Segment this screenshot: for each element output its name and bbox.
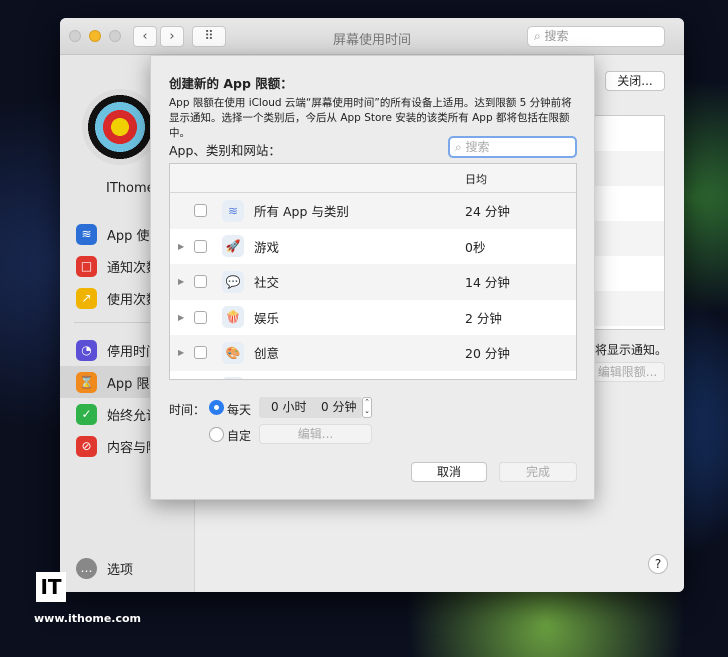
options-label: 选项 — [107, 562, 134, 578]
pickup-icon: ↗ — [76, 287, 97, 309]
row-checkbox[interactable] — [194, 275, 207, 289]
watermark-url: www.ithome.com — [34, 612, 142, 625]
check-icon: ✓ — [76, 403, 97, 425]
row-name: 娱乐 — [254, 310, 280, 326]
disclosure-triangle-icon[interactable]: ▶ — [178, 277, 184, 286]
edit-limit-button[interactable]: 编辑限额... — [590, 362, 665, 382]
table-row[interactable]: ▶✎效率24 分钟 — [170, 371, 576, 380]
ellipsis-icon: … — [76, 557, 97, 579]
apps-table: 日均 ≋ 所有 App 与类别 24 分钟 ▶ 🚀 游戏 0秒 ▶ 💬 社交 14 分钟 ▶ 🍿 娱乐 2 … — [169, 163, 577, 380]
table-row[interactable]: ≋ 所有 App 与类别 24 分钟 — [170, 193, 576, 229]
time-label: 时间： — [169, 403, 206, 417]
notification-icon: □ — [76, 255, 97, 277]
row-checkbox[interactable] — [194, 310, 207, 324]
cancel-button[interactable]: 取消 — [411, 462, 487, 482]
row-daily-average: 20 分钟 — [465, 346, 510, 362]
row-daily-average: 2 分钟 — [465, 310, 502, 326]
time-stepper[interactable]: ⌃ ⌄ — [362, 397, 372, 418]
done-button[interactable]: 完成 — [499, 462, 577, 482]
row-name: 创意 — [254, 346, 280, 362]
search-icon: ⌕ — [534, 29, 545, 43]
daily-label: 每天 — [227, 403, 252, 417]
minutes-value[interactable]: 0 分钟 — [321, 397, 356, 418]
table-header: 日均 — [170, 164, 576, 193]
row-name: 社交 — [254, 275, 280, 291]
search-icon: ⌕ — [455, 140, 466, 154]
custom-radio[interactable] — [209, 427, 224, 442]
title-bar: ‹ › ⠿ 屏幕使用时间 ⌕ 搜索 — [60, 18, 684, 55]
table-row[interactable]: ▶ 🚀 游戏 0秒 — [170, 229, 576, 265]
disclosure-triangle-icon[interactable]: ▶ — [178, 313, 184, 322]
row-name: 所有 App 与类别 — [254, 204, 349, 220]
notice-text: 将显示通知。 — [595, 343, 668, 357]
category-icon: 🎨 — [222, 341, 244, 364]
sheet-title: 创建新的 App 限额： — [169, 76, 293, 91]
custom-label: 自定 — [227, 429, 252, 443]
create-app-limit-sheet: 创建新的 App 限额： App 限额在使用 iCloud 云端“屏幕使用时间”… — [150, 55, 595, 500]
window-search-input[interactable]: ⌕ 搜索 — [527, 26, 665, 47]
row-checkbox[interactable] — [194, 204, 207, 218]
table-row[interactable]: ▶ 🍿 娱乐 2 分钟 — [170, 300, 576, 336]
daily-radio[interactable] — [209, 400, 224, 415]
row-daily-average: 24 分钟 — [465, 379, 510, 380]
table-row[interactable]: ▶ 🎨 创意 20 分钟 — [170, 335, 576, 371]
ithome-logo: IT — [36, 572, 66, 602]
list-label: App、类别和网站： — [169, 143, 281, 158]
row-checkbox[interactable] — [194, 346, 207, 360]
row-name: 游戏 — [254, 239, 280, 255]
edit-custom-button[interactable]: 编辑... — [259, 424, 372, 444]
row-daily-average: 24 分钟 — [465, 204, 510, 220]
category-icon: 🚀 — [222, 235, 244, 258]
hours-value[interactable]: 0 小时 — [271, 397, 306, 418]
user-name: IThome — [106, 181, 155, 196]
close-panel-button[interactable]: 关闭... — [605, 71, 665, 91]
options-button[interactable]: … 选项 — [60, 552, 195, 584]
column-header-daily-average[interactable]: 日均 — [465, 171, 487, 187]
row-name: 效率 — [254, 379, 279, 380]
category-icon: 🍿 — [222, 306, 244, 329]
downtime-icon: ◔ — [76, 339, 97, 361]
sheet-search-input[interactable]: ⌕ 搜索 — [448, 136, 577, 158]
table-row[interactable]: ▶ 💬 社交 14 分钟 — [170, 264, 576, 300]
search-placeholder: 搜索 — [544, 29, 569, 43]
category-icon: ≋ — [222, 199, 244, 222]
category-icon: ✎ — [222, 377, 244, 379]
time-stepper-field[interactable]: 0 小时 0 分钟 — [259, 397, 362, 418]
help-button[interactable]: ? — [648, 554, 668, 574]
disclosure-triangle-icon[interactable]: ▶ — [178, 242, 184, 251]
row-daily-average: 14 分钟 — [465, 275, 510, 291]
sheet-description: App 限额在使用 iCloud 云端“屏幕使用时间”的所有设备上适用。达到限额… — [169, 97, 572, 139]
avatar — [82, 89, 158, 165]
search-placeholder: 搜索 — [465, 140, 490, 154]
row-checkbox[interactable] — [194, 239, 207, 253]
disclosure-triangle-icon[interactable]: ▶ — [178, 348, 184, 357]
category-icon: 💬 — [222, 270, 244, 293]
row-daily-average: 0秒 — [465, 239, 486, 255]
block-icon: ⊘ — [76, 435, 97, 457]
hourglass-icon: ⌛ — [76, 371, 97, 393]
layers-icon: ≋ — [76, 223, 97, 245]
